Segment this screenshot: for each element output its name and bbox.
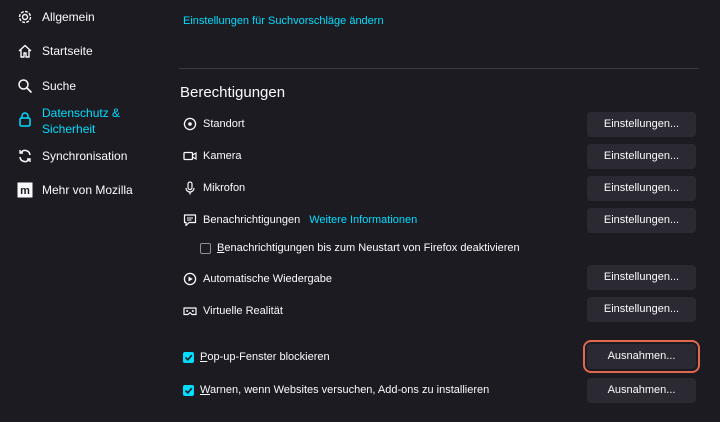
location-settings-button[interactable]: Einstellungen...: [587, 112, 696, 137]
permission-row-microphone: Mikrofon: [183, 181, 245, 195]
vr-settings-button[interactable]: Einstellungen...: [587, 297, 696, 322]
notifications-learn-more-link[interactable]: Weitere Informationen: [309, 214, 417, 226]
permission-row-notifications: Benachrichtigungen Weitere Informationen: [183, 213, 417, 227]
pause-notifications-checkbox[interactable]: [200, 242, 211, 254]
warn-addons-label: Warnen, wenn Websites versuchen, Add-ons…: [200, 384, 490, 396]
permissions-heading: Berechtigungen: [180, 84, 286, 101]
permission-label: Standort: [203, 118, 245, 130]
section-separator: [179, 68, 699, 69]
pause-notifications-option[interactable]: Benachrichtigungen bis zum Neustart von …: [200, 242, 520, 254]
notifications-settings-button[interactable]: Einstellungen...: [587, 208, 696, 233]
sidebar-item-sync[interactable]: Synchronisation: [16, 147, 127, 165]
permission-label: Automatische Wiedergabe: [203, 273, 333, 285]
location-icon: [183, 117, 197, 131]
permission-row-camera: Kamera: [183, 149, 242, 163]
svg-text:m: m: [20, 185, 30, 197]
preferences-window: Allgemein Startseite Suche Datenschutz &…: [0, 0, 720, 422]
sidebar: Allgemein Startseite Suche Datenschutz &…: [0, 0, 175, 422]
autoplay-icon: [183, 272, 197, 286]
sidebar-item-home[interactable]: Startseite: [16, 42, 93, 60]
sidebar-item-label: Suche: [42, 79, 77, 93]
block-popups-checkbox[interactable]: [183, 351, 194, 363]
warn-addons-checkbox[interactable]: [183, 384, 194, 396]
sidebar-item-label: Allgemein: [42, 10, 95, 24]
camera-icon: [183, 149, 197, 163]
microphone-settings-button[interactable]: Einstellungen...: [587, 176, 696, 201]
sidebar-item-search[interactable]: Suche: [16, 77, 76, 95]
addon-install-exceptions-button[interactable]: Ausnahmen...: [587, 378, 696, 403]
main-content: Einstellungen für Suchvorschläge ändern …: [175, 0, 720, 422]
permission-row-vr: Virtuelle Realität: [183, 304, 283, 318]
vr-icon: [183, 304, 197, 318]
permission-label: Virtuelle Realität: [203, 305, 283, 317]
block-popups-option[interactable]: Pop-up-Fenster blockieren: [183, 351, 330, 363]
sidebar-item-privacy-security[interactable]: Datenschutz & Sicherheit: [16, 104, 132, 137]
home-icon: [16, 42, 34, 60]
popup-exceptions-button[interactable]: Ausnahmen...: [583, 340, 700, 373]
microphone-icon: [183, 181, 197, 195]
permission-row-autoplay: Automatische Wiedergabe: [183, 272, 332, 286]
gear-icon: [16, 8, 34, 26]
sidebar-item-label: Synchronisation: [42, 149, 128, 163]
autoplay-settings-button[interactable]: Einstellungen...: [587, 265, 696, 290]
permission-label: Mikrofon: [203, 182, 246, 194]
pause-notifications-label: Benachrichtigungen bis zum Neustart von …: [217, 242, 520, 254]
warn-addons-option[interactable]: Warnen, wenn Websites versuchen, Add-ons…: [183, 384, 489, 396]
mozilla-icon: m: [16, 181, 34, 199]
lock-icon: [16, 110, 34, 128]
sidebar-item-label: Mehr von Mozilla: [42, 183, 133, 197]
permission-label: Benachrichtigungen: [203, 214, 301, 226]
sidebar-item-more-from-mozilla[interactable]: m Mehr von Mozilla: [16, 181, 133, 199]
search-icon: [16, 77, 34, 95]
sidebar-item-label: Startseite: [42, 44, 93, 58]
sidebar-item-general[interactable]: Allgemein: [16, 8, 95, 26]
search-suggestions-settings-link[interactable]: Einstellungen für Suchvorschläge ändern: [183, 15, 384, 27]
permission-label: Kamera: [203, 150, 242, 162]
permission-row-location: Standort: [183, 117, 245, 131]
block-popups-label: Pop-up-Fenster blockieren: [200, 351, 330, 363]
sync-icon: [16, 147, 34, 165]
camera-settings-button[interactable]: Einstellungen...: [587, 144, 696, 169]
sidebar-item-label: Datenschutz & Sicherheit: [42, 106, 121, 136]
notification-icon: [183, 213, 197, 227]
